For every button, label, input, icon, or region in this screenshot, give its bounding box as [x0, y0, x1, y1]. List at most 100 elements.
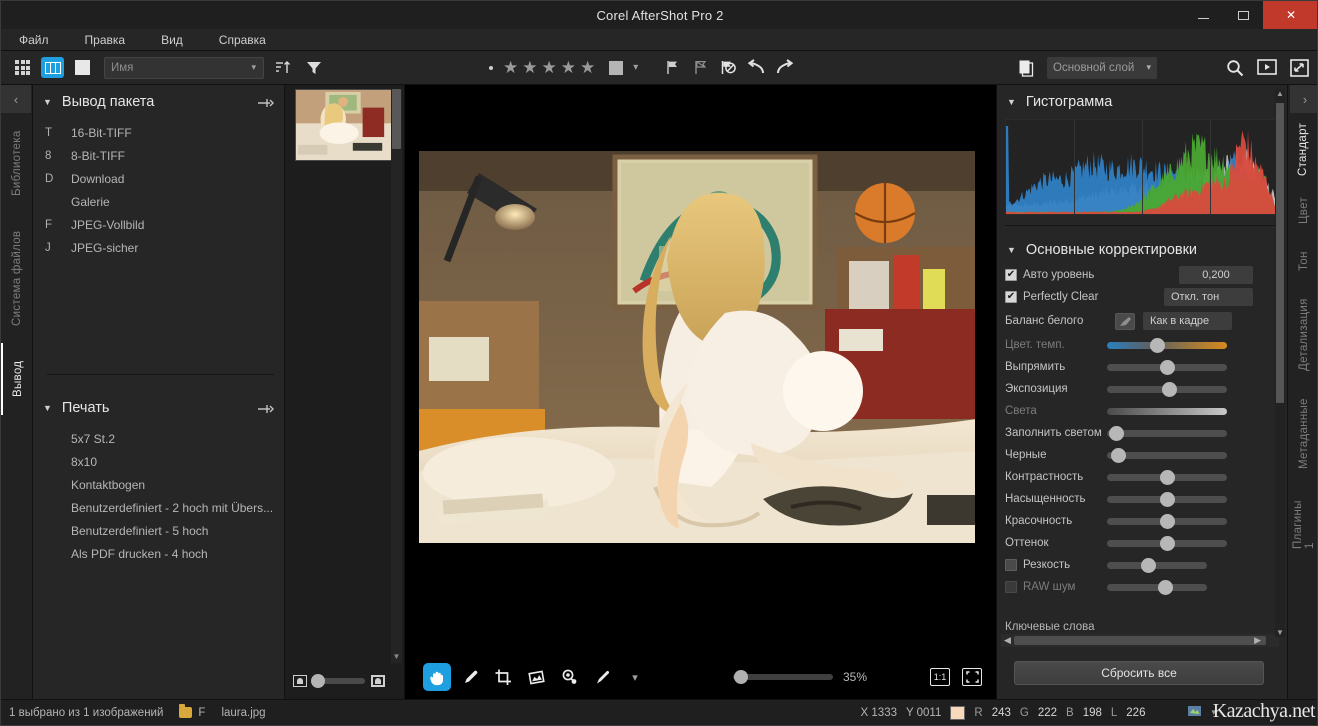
- sort-field-select[interactable]: Имя ▾: [104, 56, 264, 79]
- thumbnail-size-small-icon[interactable]: [293, 675, 307, 687]
- unflag-icon[interactable]: [688, 56, 712, 80]
- auto-level-value[interactable]: 0,200: [1179, 266, 1253, 284]
- scroll-left-icon[interactable]: ◀: [1004, 635, 1011, 646]
- slider-knob[interactable]: [1159, 491, 1175, 507]
- single-view-icon[interactable]: [71, 57, 94, 78]
- sort-order-icon[interactable]: [271, 56, 295, 80]
- slider-track[interactable]: [1107, 513, 1227, 529]
- slider-enable-checkbox[interactable]: [1005, 559, 1017, 571]
- slider-track[interactable]: [1107, 491, 1227, 507]
- slider-knob[interactable]: [1111, 447, 1127, 463]
- slider-track[interactable]: [1107, 407, 1227, 415]
- rating-star-1[interactable]: ★: [503, 59, 518, 76]
- eyedropper-icon[interactable]: [1115, 312, 1135, 330]
- slider-knob[interactable]: [1141, 557, 1156, 573]
- histogram-header[interactable]: ▼ Гистограмма: [997, 85, 1287, 119]
- thumbnail-item[interactable]: [294, 89, 395, 161]
- adjustments-scrollbar[interactable]: ▲ ▼: [1275, 89, 1285, 637]
- scroll-up-icon[interactable]: ▲: [1276, 89, 1284, 98]
- preview-image[interactable]: [418, 150, 976, 544]
- menu-item-help[interactable]: Справка: [219, 33, 266, 47]
- slider-knob[interactable]: [311, 674, 325, 688]
- list-item[interactable]: Benutzerdefiniert - 5 hoch: [33, 519, 284, 542]
- chevron-down-icon[interactable]: ▼: [1007, 245, 1016, 255]
- slider-track[interactable]: [1107, 425, 1227, 441]
- menu-item-file[interactable]: Файл: [19, 33, 49, 47]
- slider-track[interactable]: [1107, 337, 1227, 353]
- list-item[interactable]: D Download: [33, 167, 284, 190]
- perfectly-clear-value[interactable]: Откл. тон: [1164, 288, 1253, 306]
- thumbnail-size-slider[interactable]: [311, 674, 365, 688]
- heal-tool[interactable]: [456, 663, 484, 691]
- white-balance-value[interactable]: Как в кадре: [1143, 312, 1232, 330]
- slider-knob[interactable]: [1150, 337, 1166, 353]
- slider-knob[interactable]: [1161, 381, 1177, 397]
- scroll-right-icon[interactable]: ▶: [1254, 635, 1261, 646]
- undo-icon[interactable]: [744, 56, 768, 80]
- brush-tool[interactable]: [588, 663, 616, 691]
- minimize-button[interactable]: [1183, 1, 1223, 29]
- menu-item-edit[interactable]: Правка: [85, 33, 126, 47]
- collapse-right-panel-button[interactable]: ›: [1290, 85, 1317, 113]
- zoom-1-to-1-button[interactable]: 1:1: [930, 668, 950, 686]
- chevron-down-icon[interactable]: ▼: [1007, 97, 1016, 107]
- pin-icon[interactable]: [258, 403, 274, 413]
- slider-track[interactable]: [1107, 381, 1227, 397]
- scrollbar-thumb[interactable]: [392, 89, 401, 149]
- collapse-left-panel-button[interactable]: ‹: [1, 85, 31, 113]
- slider-track[interactable]: [1107, 469, 1227, 485]
- pan-tool[interactable]: [423, 663, 451, 691]
- rating-star-5[interactable]: ★: [580, 59, 595, 76]
- color-label-swatch[interactable]: [609, 60, 624, 75]
- slider-knob[interactable]: [1159, 513, 1175, 529]
- grid-view-icon[interactable]: [11, 57, 34, 78]
- slider-enable-checkbox[interactable]: [1005, 581, 1017, 593]
- slider-track[interactable]: [1107, 535, 1227, 551]
- notification-icon[interactable]: [1187, 704, 1202, 721]
- slider-track[interactable]: [1107, 359, 1227, 375]
- perspective-tool[interactable]: [522, 663, 550, 691]
- search-icon[interactable]: [1223, 56, 1247, 80]
- sidebar-item-filesystem[interactable]: Система файлов: [1, 213, 33, 343]
- scroll-down-icon[interactable]: ▼: [1276, 628, 1284, 637]
- rating-zero-dot[interactable]: [489, 65, 493, 70]
- sidebar-item-output[interactable]: Вывод: [1, 343, 33, 415]
- sidebar-item-library[interactable]: Библиотека: [1, 113, 33, 213]
- close-button[interactable]: ✕: [1263, 1, 1317, 29]
- list-item[interactable]: 8x10: [33, 450, 284, 473]
- auto-level-checkbox[interactable]: ✔: [1005, 269, 1017, 281]
- slideshow-icon[interactable]: [1255, 56, 1279, 80]
- slider-knob[interactable]: [734, 670, 748, 684]
- slider-knob[interactable]: [1159, 359, 1175, 375]
- rating-star-2[interactable]: ★: [522, 59, 537, 76]
- tab-detail[interactable]: Детализация: [1288, 285, 1317, 385]
- slider-knob[interactable]: [1158, 579, 1173, 595]
- print-header[interactable]: ▼ Печать: [33, 391, 284, 425]
- tab-color[interactable]: Цвет: [1288, 185, 1317, 237]
- list-item[interactable]: Galerie: [33, 190, 284, 213]
- slider-knob[interactable]: [1159, 535, 1175, 551]
- tab-metadata[interactable]: Метаданные: [1288, 385, 1317, 483]
- menu-item-view[interactable]: Вид: [161, 33, 183, 47]
- tab-standard[interactable]: Стандарт: [1288, 113, 1317, 185]
- list-item[interactable]: T 16-Bit-TIFF: [33, 121, 284, 144]
- chevron-down-icon[interactable]: ▼: [43, 403, 52, 413]
- list-item[interactable]: J JPEG-sicher: [33, 236, 284, 259]
- scroll-down-icon[interactable]: ▼: [392, 652, 401, 661]
- slider-track[interactable]: [1107, 579, 1207, 595]
- scrollbar-thumb[interactable]: [1276, 103, 1284, 403]
- layer-select[interactable]: Основной слой ▾: [1047, 56, 1157, 79]
- copy-settings-icon[interactable]: [1015, 56, 1039, 80]
- slider-track[interactable]: [1107, 447, 1227, 463]
- filmstrip-view-icon[interactable]: [41, 57, 64, 78]
- list-item[interactable]: F JPEG-Vollbild: [33, 213, 284, 236]
- filter-funnel-icon[interactable]: [302, 56, 326, 80]
- more-tools-chevron-down-icon[interactable]: ▾: [621, 663, 649, 691]
- reset-all-button[interactable]: Сбросить все: [1014, 661, 1264, 685]
- zoom-fit-button[interactable]: [962, 668, 982, 686]
- adjustments-header[interactable]: ▼ Основные корректировки: [997, 236, 1287, 264]
- list-item[interactable]: 8 8-Bit-TIFF: [33, 144, 284, 167]
- flag-icon[interactable]: [660, 56, 684, 80]
- chevron-down-icon[interactable]: ▼: [43, 97, 52, 107]
- filmstrip-scrollbar[interactable]: ▲ ▼: [391, 87, 402, 663]
